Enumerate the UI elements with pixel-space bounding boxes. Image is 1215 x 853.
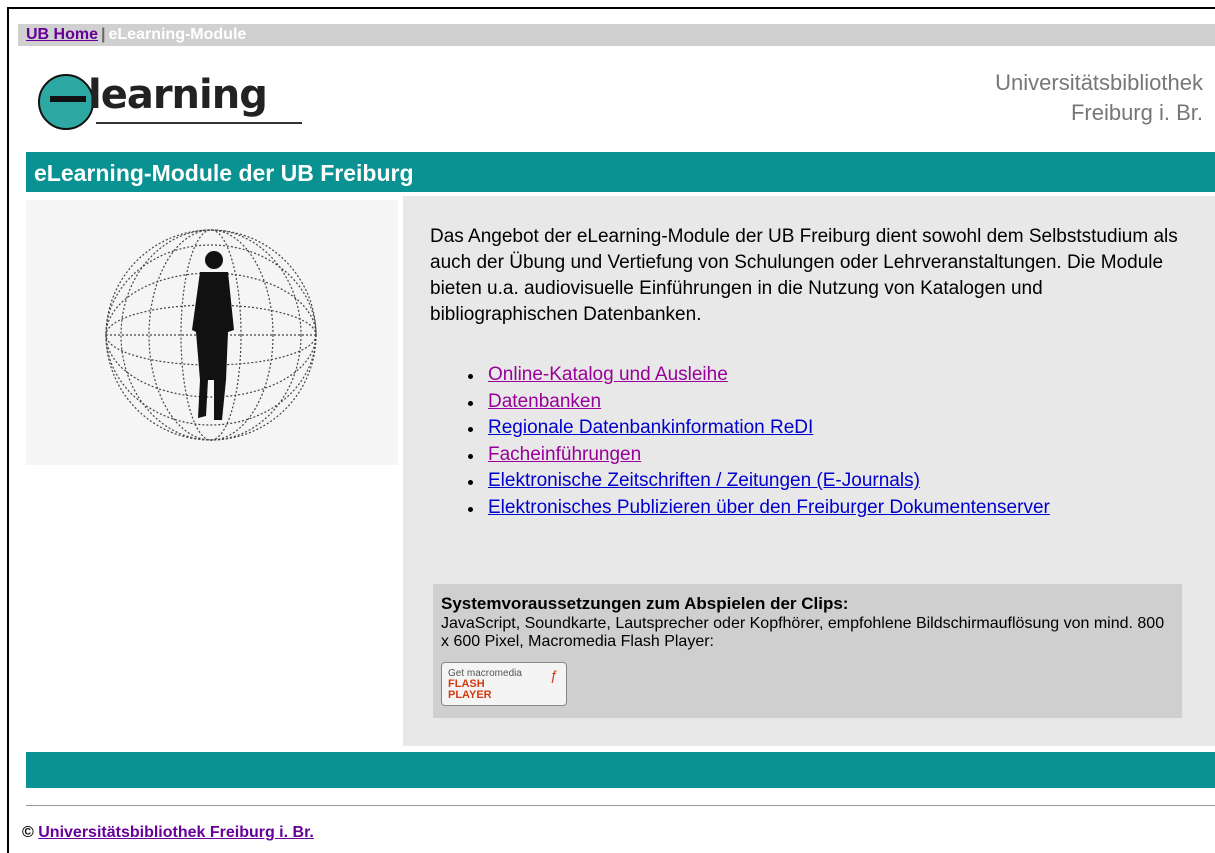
list-item: Datenbanken bbox=[465, 389, 1050, 416]
list-item: Online-Katalog und Ausleihe bbox=[465, 362, 1050, 389]
main-content: Das Angebot der eLearning-Module der UB … bbox=[403, 196, 1215, 746]
copyright-symbol: © bbox=[22, 824, 34, 841]
system-requirements-box: Systemvoraussetzungen zum Abspielen der … bbox=[433, 584, 1182, 718]
intro-text: Das Angebot der eLearning-Module der UB … bbox=[430, 226, 1178, 325]
link-datenbanken[interactable]: Datenbanken bbox=[488, 391, 601, 412]
footer-band bbox=[26, 752, 1215, 788]
breadcrumb: UB Home | eLearning-Module bbox=[18, 24, 1215, 46]
link-e-journals[interactable]: Elektronische Zeitschriften / Zeitungen … bbox=[488, 470, 920, 491]
requirements-title: Systemvoraussetzungen zum Abspielen der … bbox=[441, 594, 849, 613]
binary-globe-person-icon bbox=[105, 229, 317, 441]
logo-underline bbox=[96, 122, 302, 124]
link-redi[interactable]: Regionale Datenbankinformation ReDI bbox=[488, 417, 813, 438]
requirements-text: JavaScript, Soundkarte, Lautsprecher ode… bbox=[441, 615, 1165, 650]
logo-text: learning bbox=[88, 72, 268, 118]
illustration-panel bbox=[26, 200, 398, 465]
link-facheinfuehrungen[interactable]: Facheinführungen bbox=[488, 444, 641, 465]
footer-ub-link[interactable]: Universitätsbibliothek Freiburg i. Br. bbox=[38, 824, 314, 841]
list-item: Facheinführungen bbox=[465, 442, 1050, 469]
module-link-list: Online-Katalog und Ausleihe Datenbanken … bbox=[465, 362, 1050, 522]
elearning-logo: learning bbox=[30, 60, 350, 140]
list-item: Elektronisches Publizieren über den Frei… bbox=[465, 495, 1050, 522]
get-flash-player-button[interactable]: Get macromedia FLASH PLAYER ƒ bbox=[441, 662, 567, 706]
link-dokumentenserver[interactable]: Elektronisches Publizieren über den Frei… bbox=[488, 497, 1050, 518]
flash-button-line-2: FLASH PLAYER bbox=[448, 679, 492, 701]
institution-name: Universitätsbibliothek Freiburg i. Br. bbox=[995, 68, 1203, 128]
flash-logo-icon: ƒ bbox=[550, 667, 558, 683]
ub-home-link[interactable]: UB Home bbox=[26, 26, 98, 43]
footer: © Universitätsbibliothek Freiburg i. Br. bbox=[22, 824, 314, 842]
institution-line-2: Freiburg i. Br. bbox=[1070, 100, 1203, 125]
institution-line-1: Universitätsbibliothek bbox=[995, 70, 1203, 95]
breadcrumb-current: eLearning-Module bbox=[108, 26, 247, 43]
divider bbox=[26, 805, 1215, 806]
list-item: Regionale Datenbankinformation ReDI bbox=[465, 415, 1050, 442]
page-title: eLearning-Module der UB Freiburg bbox=[26, 152, 1215, 192]
list-item: Elektronische Zeitschriften / Zeitungen … bbox=[465, 468, 1050, 495]
link-online-katalog[interactable]: Online-Katalog und Ausleihe bbox=[488, 364, 728, 385]
e-globe-logo-icon bbox=[38, 74, 94, 130]
flash-button-word-player: PLAYER bbox=[448, 689, 492, 701]
breadcrumb-separator: | bbox=[101, 26, 106, 43]
